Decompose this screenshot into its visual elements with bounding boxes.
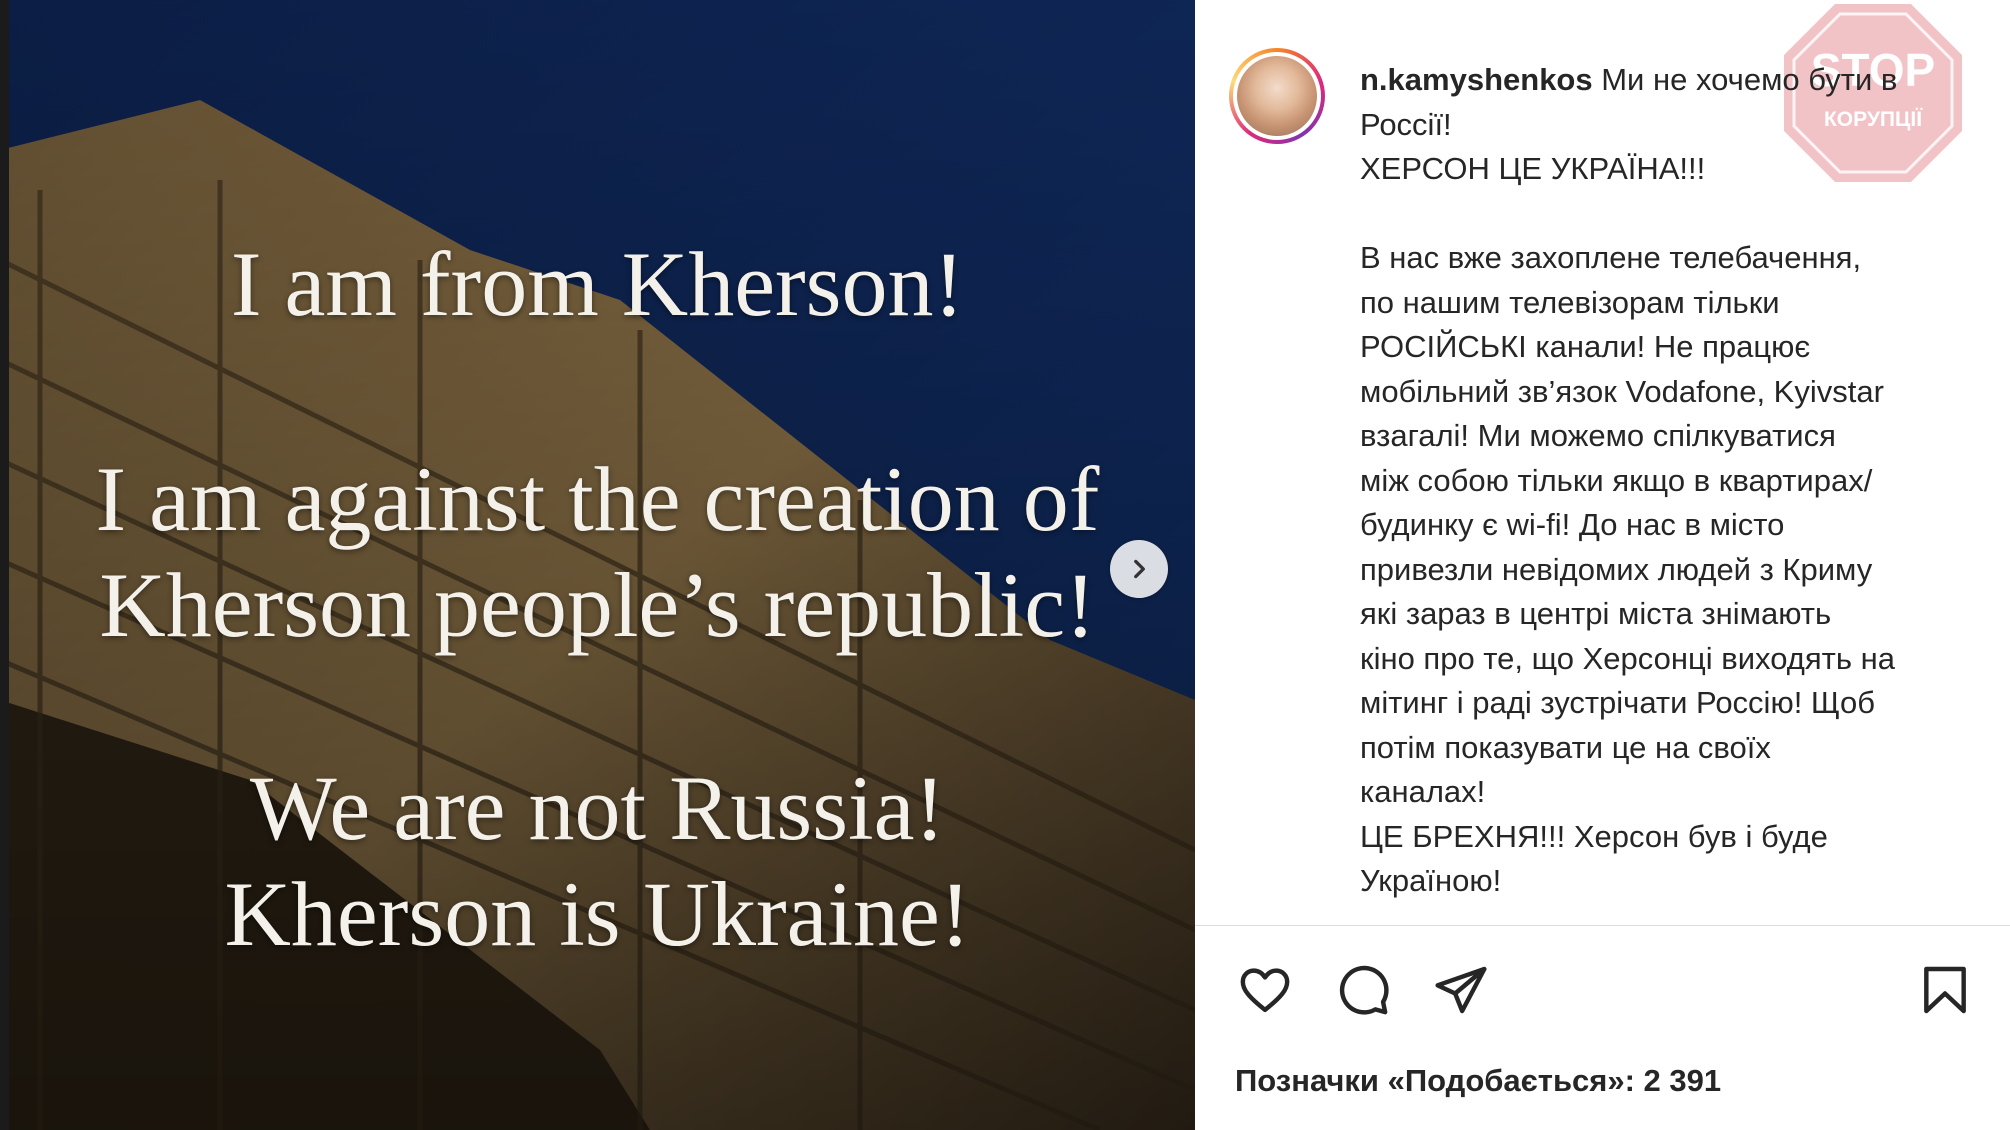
caption-line: привезли невідомих людей з Криму <box>1360 551 1873 587</box>
caption-line: каналах! <box>1360 774 1486 809</box>
username-link[interactable]: n.kamyshenkos <box>1360 62 1593 97</box>
caption-line: потім показувати це на своїх <box>1360 729 1771 765</box>
comment-icon <box>1339 965 1389 1015</box>
avatar[interactable] <box>1229 48 1325 144</box>
share-button[interactable] <box>1431 960 1491 1020</box>
overlay-line-4: We are not Russia! <box>249 757 946 859</box>
caption-line: які зараз в центрі міста знімають <box>1360 596 1832 631</box>
bookmark-icon <box>1924 966 1966 1014</box>
divider <box>1195 925 2010 926</box>
post-image[interactable]: I am from Kherson! I am against the crea… <box>0 0 1195 1130</box>
share-icon <box>1435 966 1487 1014</box>
caption-line: між собою тільки якщо в квартирах/ <box>1360 462 1873 498</box>
overlay-line-1: I am from Kherson! <box>230 233 965 335</box>
caption-line: РОСІЙСЬКІ канали! Не працює <box>1360 329 1811 364</box>
post-caption: n.kamyshenkos Ми не хочемо бути в Россії… <box>1360 58 1980 904</box>
caption-line: по нашим телевізорам тільки <box>1360 284 1780 320</box>
avatar-photo <box>1237 56 1317 136</box>
caption-line <box>1360 192 1980 237</box>
caption-line: Україною! <box>1360 863 1502 898</box>
caption-line: мобільний зв’язок Vodafone, Kyivstar <box>1360 373 1884 409</box>
caption-line: В нас вже захоплене телебачення, <box>1360 240 1862 275</box>
caption-line: Россії! <box>1360 106 1452 142</box>
post-details: STOP КОРУПЦІЇ n.kamyshenkos Ми не хочемо… <box>1195 0 2010 1130</box>
next-image-button[interactable] <box>1110 540 1168 598</box>
caption-line: взагалі! Ми можемо спілкуватися <box>1360 418 1836 453</box>
overlay-line-5: Kherson is Ukraine! <box>224 863 971 965</box>
caption-line: мітинг і раді зустрічати Россію! Щоб <box>1360 685 1875 720</box>
save-button[interactable] <box>1915 960 1975 1020</box>
caption-line: кіно про те, що Херсонці виходять на <box>1360 640 1895 676</box>
like-button[interactable] <box>1235 960 1295 1020</box>
caption-line: ХЕРСОН ЦЕ УКРАЇНА!!! <box>1360 151 1706 186</box>
caption-line: будинку є wi-fi! До нас в місто <box>1360 507 1785 542</box>
caption-first-line: Ми не хочемо бути в <box>1601 62 1898 97</box>
chevron-right-icon <box>1134 559 1145 579</box>
overlay-line-3: Kherson people’s republic! <box>99 554 1096 656</box>
action-bar <box>1195 960 2010 1020</box>
overlay-line-2: I am against the creation of <box>95 448 1100 550</box>
caption-line: ЦЕ БРЕХНЯ!!! Херсон був і буде <box>1360 818 1828 854</box>
likes-count[interactable]: Позначки «Подобається»: 2 391 <box>1235 1063 1721 1099</box>
heart-icon <box>1240 968 1290 1013</box>
comment-button[interactable] <box>1333 960 1393 1020</box>
